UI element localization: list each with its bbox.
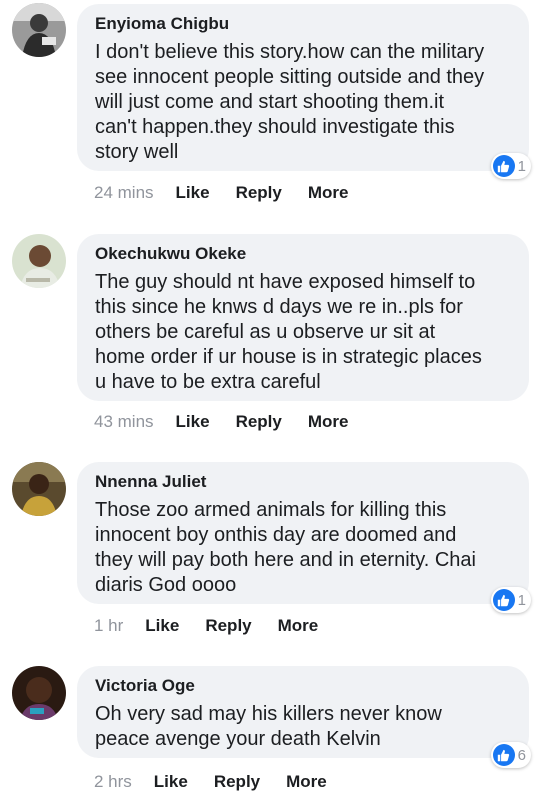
comment-timestamp[interactable]: 1 hr [94, 616, 123, 636]
comment-bubble: Okechukwu Okeke The guy should nt have e… [77, 234, 529, 401]
reply-button[interactable]: Reply [236, 183, 282, 203]
comment-text: Oh very sad may his killers never know p… [95, 703, 442, 750]
like-button[interactable]: Like [176, 183, 210, 203]
avatar-photo-icon [12, 3, 66, 57]
comment-timestamp[interactable]: 43 mins [94, 412, 154, 432]
more-button[interactable]: More [278, 616, 319, 636]
avatar[interactable] [12, 462, 66, 516]
more-button[interactable]: More [308, 183, 349, 203]
like-thumb-icon [492, 744, 515, 766]
comment-text: The guy should nt have exposed himself t… [95, 271, 482, 393]
reaction-count: 1 [517, 591, 526, 609]
comment-bubble: Victoria Oge Oh very sad may his killers… [77, 666, 529, 758]
comment-actions: 43 mins Like Reply More [94, 411, 374, 433]
reaction-badge[interactable]: 6 [490, 742, 531, 768]
reply-button[interactable]: Reply [205, 616, 251, 636]
avatar-photo-icon [12, 462, 66, 516]
comment-feed: Enyioma Chigbu I don't believe this stor… [0, 0, 545, 799]
comment-bubble: Enyioma Chigbu I don't believe this stor… [77, 4, 529, 171]
comment-author[interactable]: Nnenna Juliet [95, 472, 511, 492]
comment-actions: 1 hr Like Reply More [94, 615, 344, 637]
reaction-count: 1 [517, 157, 526, 175]
like-button[interactable]: Like [176, 412, 210, 432]
avatar[interactable] [12, 3, 66, 57]
comment-text: Those zoo armed animals for killing this… [95, 499, 476, 596]
avatar[interactable] [12, 234, 66, 288]
avatar[interactable] [12, 666, 66, 720]
comment-timestamp[interactable]: 2 hrs [94, 772, 132, 792]
like-button[interactable]: Like [154, 772, 188, 792]
more-button[interactable]: More [286, 772, 327, 792]
reaction-badge[interactable]: 1 [490, 587, 531, 613]
comment-author[interactable]: Enyioma Chigbu [95, 14, 511, 34]
comment-author[interactable]: Victoria Oge [95, 676, 511, 696]
comment-bubble: Nnenna Juliet Those zoo armed animals fo… [77, 462, 529, 604]
comment-author[interactable]: Okechukwu Okeke [95, 244, 511, 264]
comment-text: I don't believe this story.how can the m… [95, 41, 485, 163]
comment-actions: 24 mins Like Reply More [94, 182, 374, 204]
comment-timestamp[interactable]: 24 mins [94, 183, 154, 203]
avatar-photo-icon [12, 234, 66, 288]
reaction-count: 6 [517, 746, 526, 764]
like-thumb-icon [492, 155, 515, 177]
reply-button[interactable]: Reply [214, 772, 260, 792]
comment-actions: 2 hrs Like Reply More [94, 771, 353, 793]
more-button[interactable]: More [308, 412, 349, 432]
like-thumb-icon [492, 589, 515, 611]
avatar-photo-icon [12, 666, 66, 720]
reply-button[interactable]: Reply [236, 412, 282, 432]
reaction-badge[interactable]: 1 [490, 153, 531, 179]
like-button[interactable]: Like [145, 616, 179, 636]
